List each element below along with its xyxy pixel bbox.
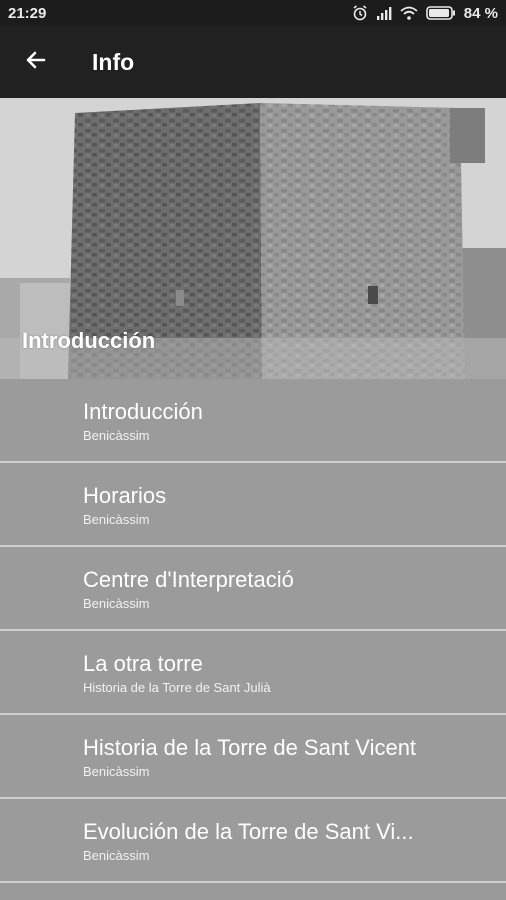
list-item[interactable]: Evolución de la Torre de Sant Vi... Beni… [0, 799, 506, 883]
signal-icon [376, 6, 392, 20]
list-item[interactable]: Introducción Benicàssim [0, 379, 506, 463]
arrow-left-icon [24, 48, 48, 77]
list-item-title: Centre d'Interpretació [83, 566, 294, 592]
list-item-title: Historia de la Torre de Sant Vicent [83, 734, 417, 760]
list-item-subtitle: Benicàssim [83, 427, 150, 443]
status-icons: 84 % [352, 5, 498, 22]
list-item[interactable]: Historia de la Torre de Sant Vicent Beni… [0, 715, 506, 799]
list-item-title: La otra torre [83, 650, 203, 676]
status-time: 21:29 [8, 4, 47, 22]
back-button[interactable] [0, 26, 72, 98]
list-item[interactable]: Horarios Benicàssim [0, 463, 506, 547]
list-item-title: Introducción [83, 398, 203, 424]
list-item-subtitle: Benicàssim [83, 847, 150, 863]
list-item-subtitle: Benicàssim [83, 763, 150, 779]
list-item[interactable]: La otra torre Historia de la Torre de Sa… [0, 631, 506, 715]
list-item-subtitle: Benicàssim [83, 511, 150, 527]
list-item-subtitle: Benicàssim [83, 595, 150, 611]
hero-caption: Introducción [22, 328, 156, 353]
list-item[interactable]: Centre d'Interpretació Benicàssim [0, 547, 506, 631]
battery-icon [425, 6, 456, 20]
list-item-title: Horarios [83, 482, 167, 508]
app-bar: Info [0, 26, 506, 98]
alarm-icon [352, 5, 368, 21]
page-title: Info [92, 48, 135, 75]
hero-image: Introducción [0, 98, 506, 379]
list-item-subtitle: Historia de la Torre de Sant Julià [83, 679, 271, 695]
wifi-icon [400, 6, 418, 20]
info-list: Introducción Benicàssim Horarios Benicàs… [0, 379, 506, 900]
battery-percent: 84 % [463, 4, 498, 22]
status-bar: 21:29 84 % [0, 0, 506, 26]
list-item-title: Evolución de la Torre de Sant Vi... [83, 818, 414, 844]
